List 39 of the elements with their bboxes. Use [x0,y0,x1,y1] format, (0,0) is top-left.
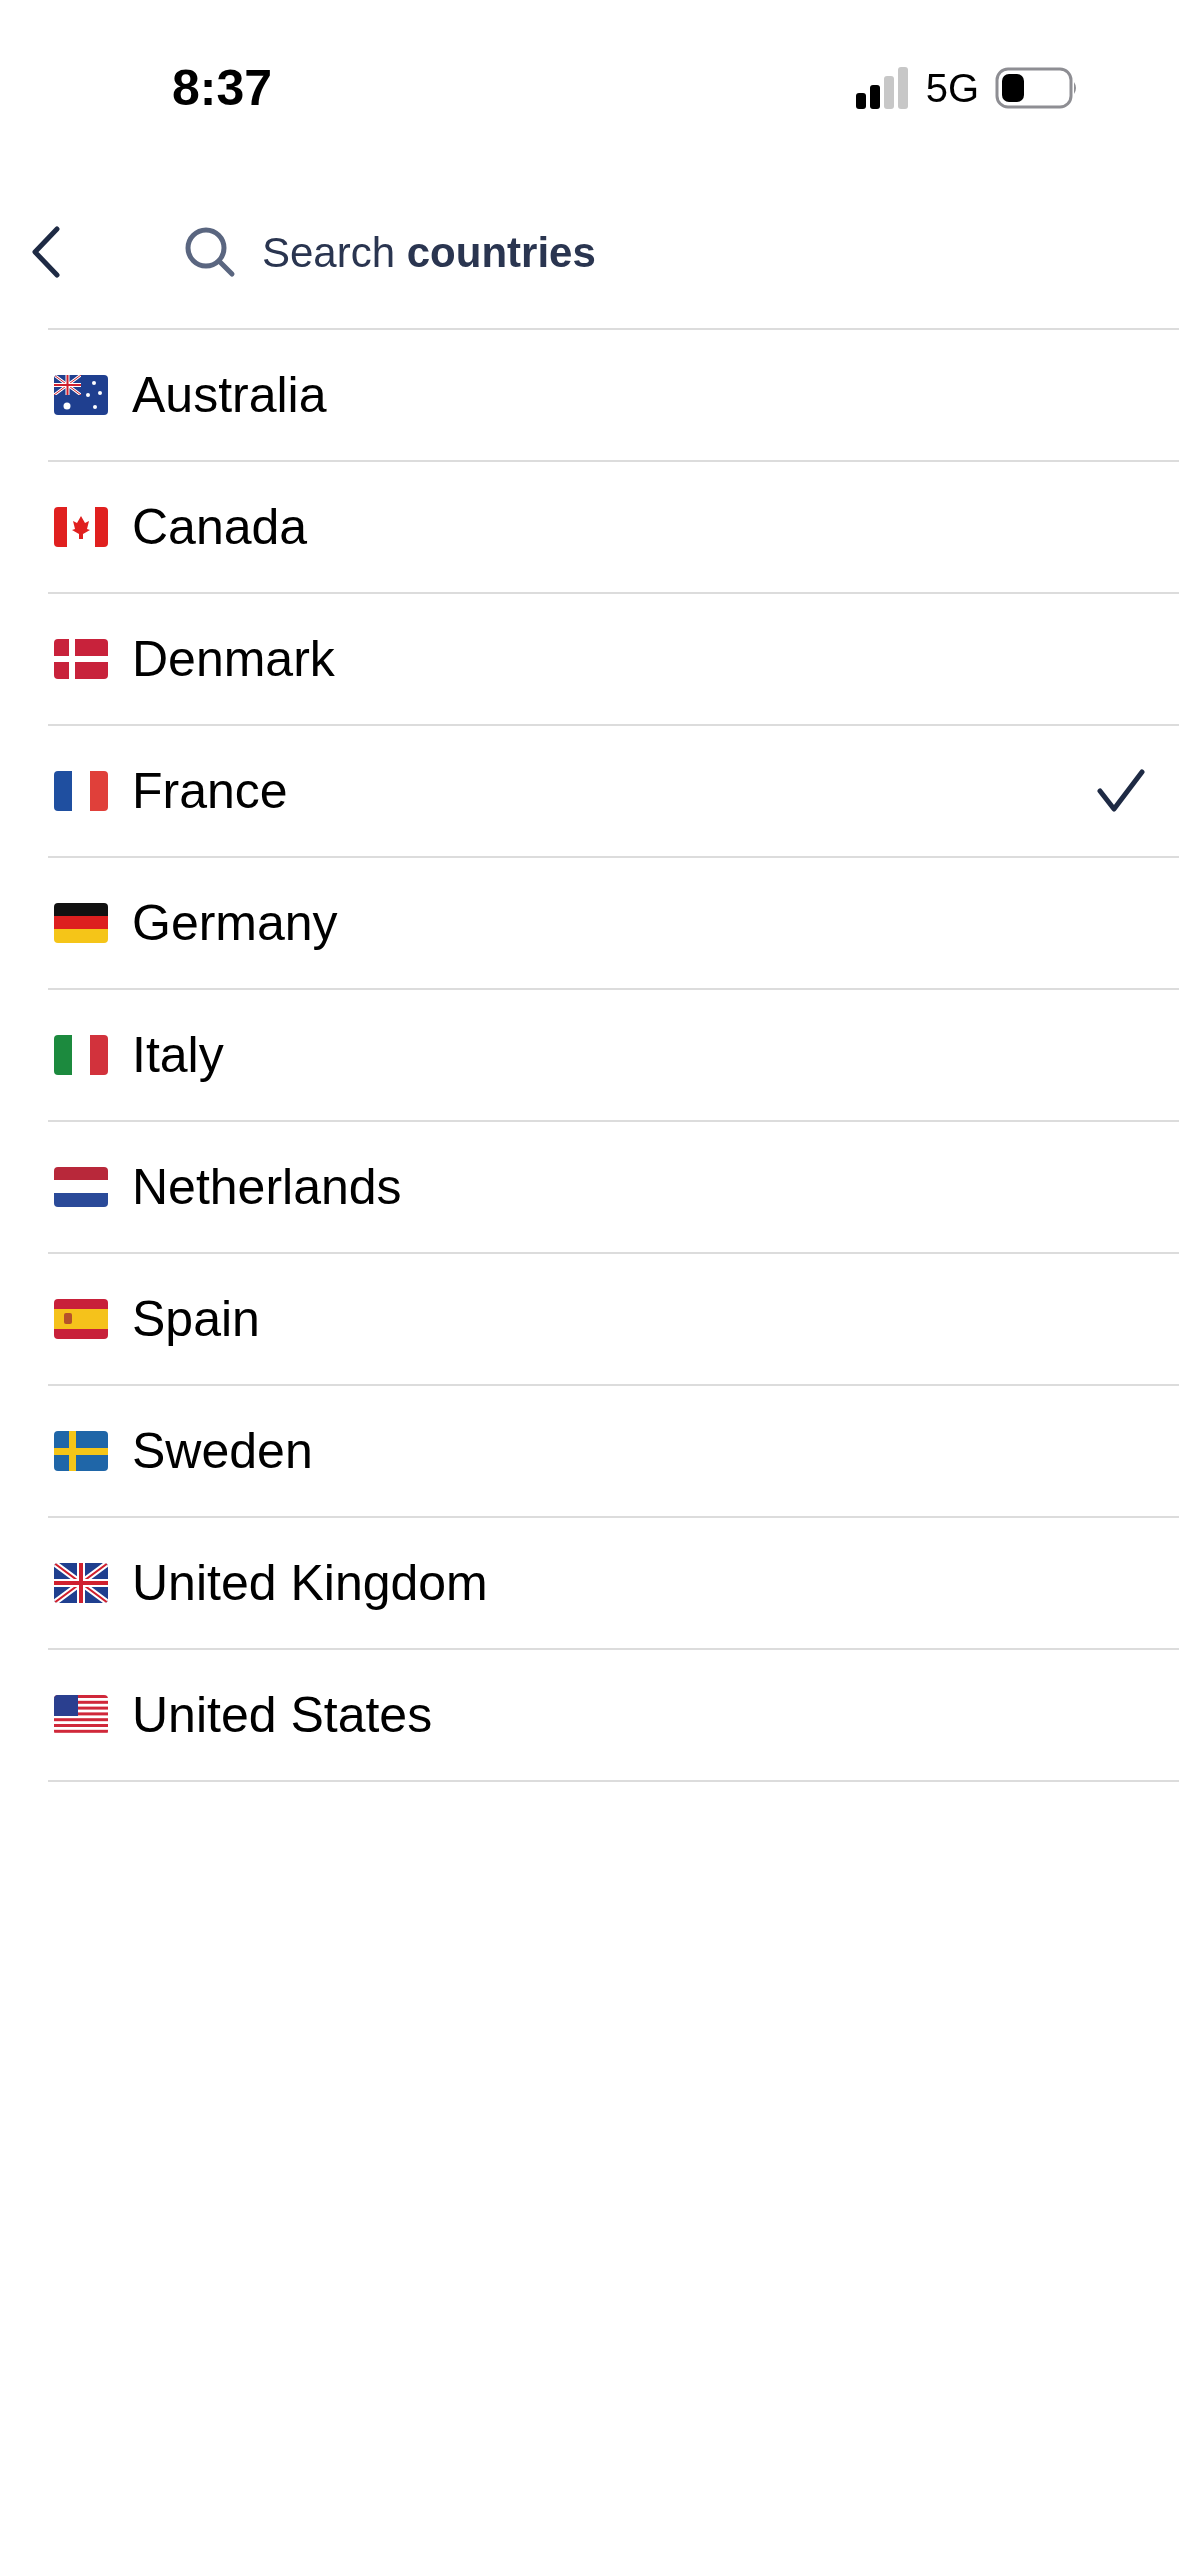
flag-icon [54,1563,108,1603]
flag-icon [54,375,108,415]
flag-icon [54,1167,108,1207]
network-label: 5G [925,65,979,112]
flag-icon [54,1695,108,1735]
country-row[interactable]: Denmark [48,594,1179,726]
country-row[interactable]: United States [48,1650,1179,1782]
signal-icon [855,67,910,109]
flag-icon [54,1035,108,1075]
country-name: United States [132,1685,433,1745]
flag-icon [54,771,108,811]
country-row[interactable]: Germany [48,858,1179,990]
flag-icon [54,1431,108,1471]
country-row[interactable]: France [48,726,1179,858]
country-name: Germany [132,893,338,953]
country-name: Denmark [132,629,335,689]
flag-icon [54,1299,108,1339]
country-row[interactable]: Canada [48,462,1179,594]
country-name: France [132,761,288,821]
country-row[interactable]: Netherlands [48,1122,1179,1254]
country-row[interactable]: Italy [48,990,1179,1122]
search-icon [184,226,236,278]
country-row[interactable]: Spain [48,1254,1179,1386]
country-name: Australia [132,365,327,425]
country-name: Italy [132,1025,224,1085]
country-name: United Kingdom [132,1553,488,1613]
country-name: Sweden [132,1421,313,1481]
flag-icon [54,507,108,547]
country-name: Canada [132,497,308,557]
battery-icon [995,67,1079,109]
country-row[interactable]: Sweden [48,1386,1179,1518]
country-name: Spain [132,1289,260,1349]
country-row[interactable]: Australia [48,330,1179,462]
flag-icon [54,903,108,943]
status-time: 8:37 [170,58,274,118]
country-name: Netherlands [132,1157,402,1217]
country-row[interactable]: United Kingdom [48,1518,1179,1650]
flag-icon [54,639,108,679]
search-field[interactable]: Search countries [262,220,596,284]
